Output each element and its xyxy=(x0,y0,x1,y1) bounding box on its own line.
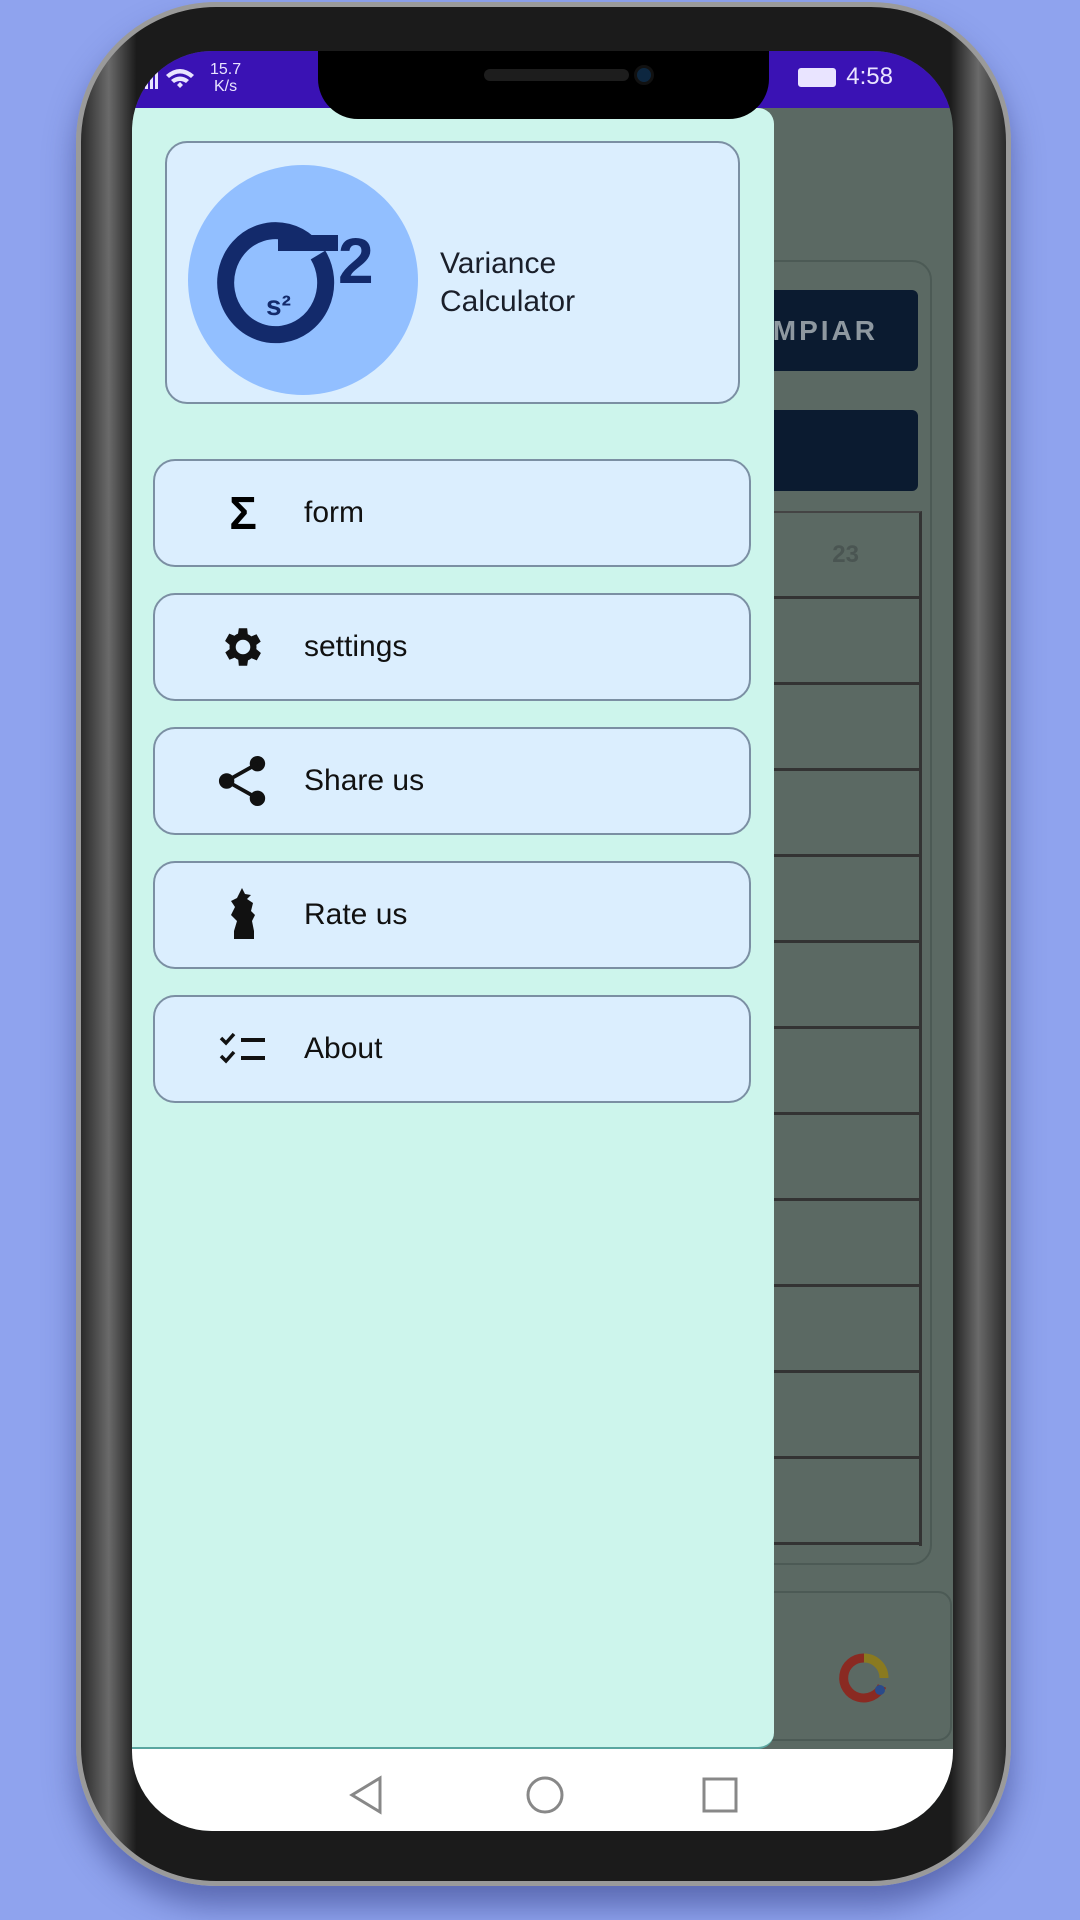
clear-button-label: MPIAR xyxy=(772,314,878,346)
camera-notch xyxy=(318,51,769,119)
battery-icon xyxy=(798,67,837,87)
recents-icon[interactable] xyxy=(702,1777,738,1813)
menu-item-label: Rate us xyxy=(304,898,408,931)
svg-text:2: 2 xyxy=(338,225,374,297)
gear-icon xyxy=(217,621,269,673)
network-status: 15.7 K/s xyxy=(140,61,242,95)
front-camera xyxy=(634,65,654,85)
navigation-drawer: 2 s² Variance Calculator Σ form settings… xyxy=(132,108,774,1749)
title-line-2: Calculator xyxy=(440,285,576,318)
sigma-icon: Σ xyxy=(229,487,257,539)
speaker xyxy=(484,69,629,81)
svg-text:s²: s² xyxy=(266,290,291,321)
drawer-header: 2 s² Variance Calculator xyxy=(165,141,740,404)
back-icon[interactable] xyxy=(348,1775,384,1815)
menu-item-rate-us[interactable]: Rate us xyxy=(153,861,751,969)
ad-icon xyxy=(839,1653,889,1703)
app-title: Variance Calculator xyxy=(440,245,575,321)
menu-item-label: settings xyxy=(304,630,408,663)
app-logo: 2 s² xyxy=(188,165,418,395)
share-icon xyxy=(217,755,269,807)
navigation-bar xyxy=(132,1749,953,1831)
clock: 4:58 xyxy=(846,63,893,90)
rate-icon xyxy=(217,888,269,941)
screen: 15.7 K/s 4:58 MPIAR 23 2 s² Variance Cal… xyxy=(132,51,953,1831)
signal-wifi-icon xyxy=(140,69,194,89)
menu-item-settings[interactable]: settings xyxy=(153,593,751,701)
menu-item-label: Share us xyxy=(304,764,425,797)
menu-item-label: About xyxy=(304,1032,383,1065)
status-right: 4:58 xyxy=(798,63,893,91)
speed-value: 15.7 xyxy=(210,61,242,78)
title-line-1: Variance xyxy=(440,247,557,280)
home-icon[interactable] xyxy=(525,1775,565,1815)
menu-item-share-us[interactable]: Share us xyxy=(153,727,751,835)
menu-item-about[interactable]: About xyxy=(153,995,751,1103)
menu-item-form[interactable]: Σ form xyxy=(153,459,751,567)
speed-unit: K/s xyxy=(214,78,238,95)
checklist-icon xyxy=(217,1023,269,1075)
menu-item-label: form xyxy=(304,496,364,529)
